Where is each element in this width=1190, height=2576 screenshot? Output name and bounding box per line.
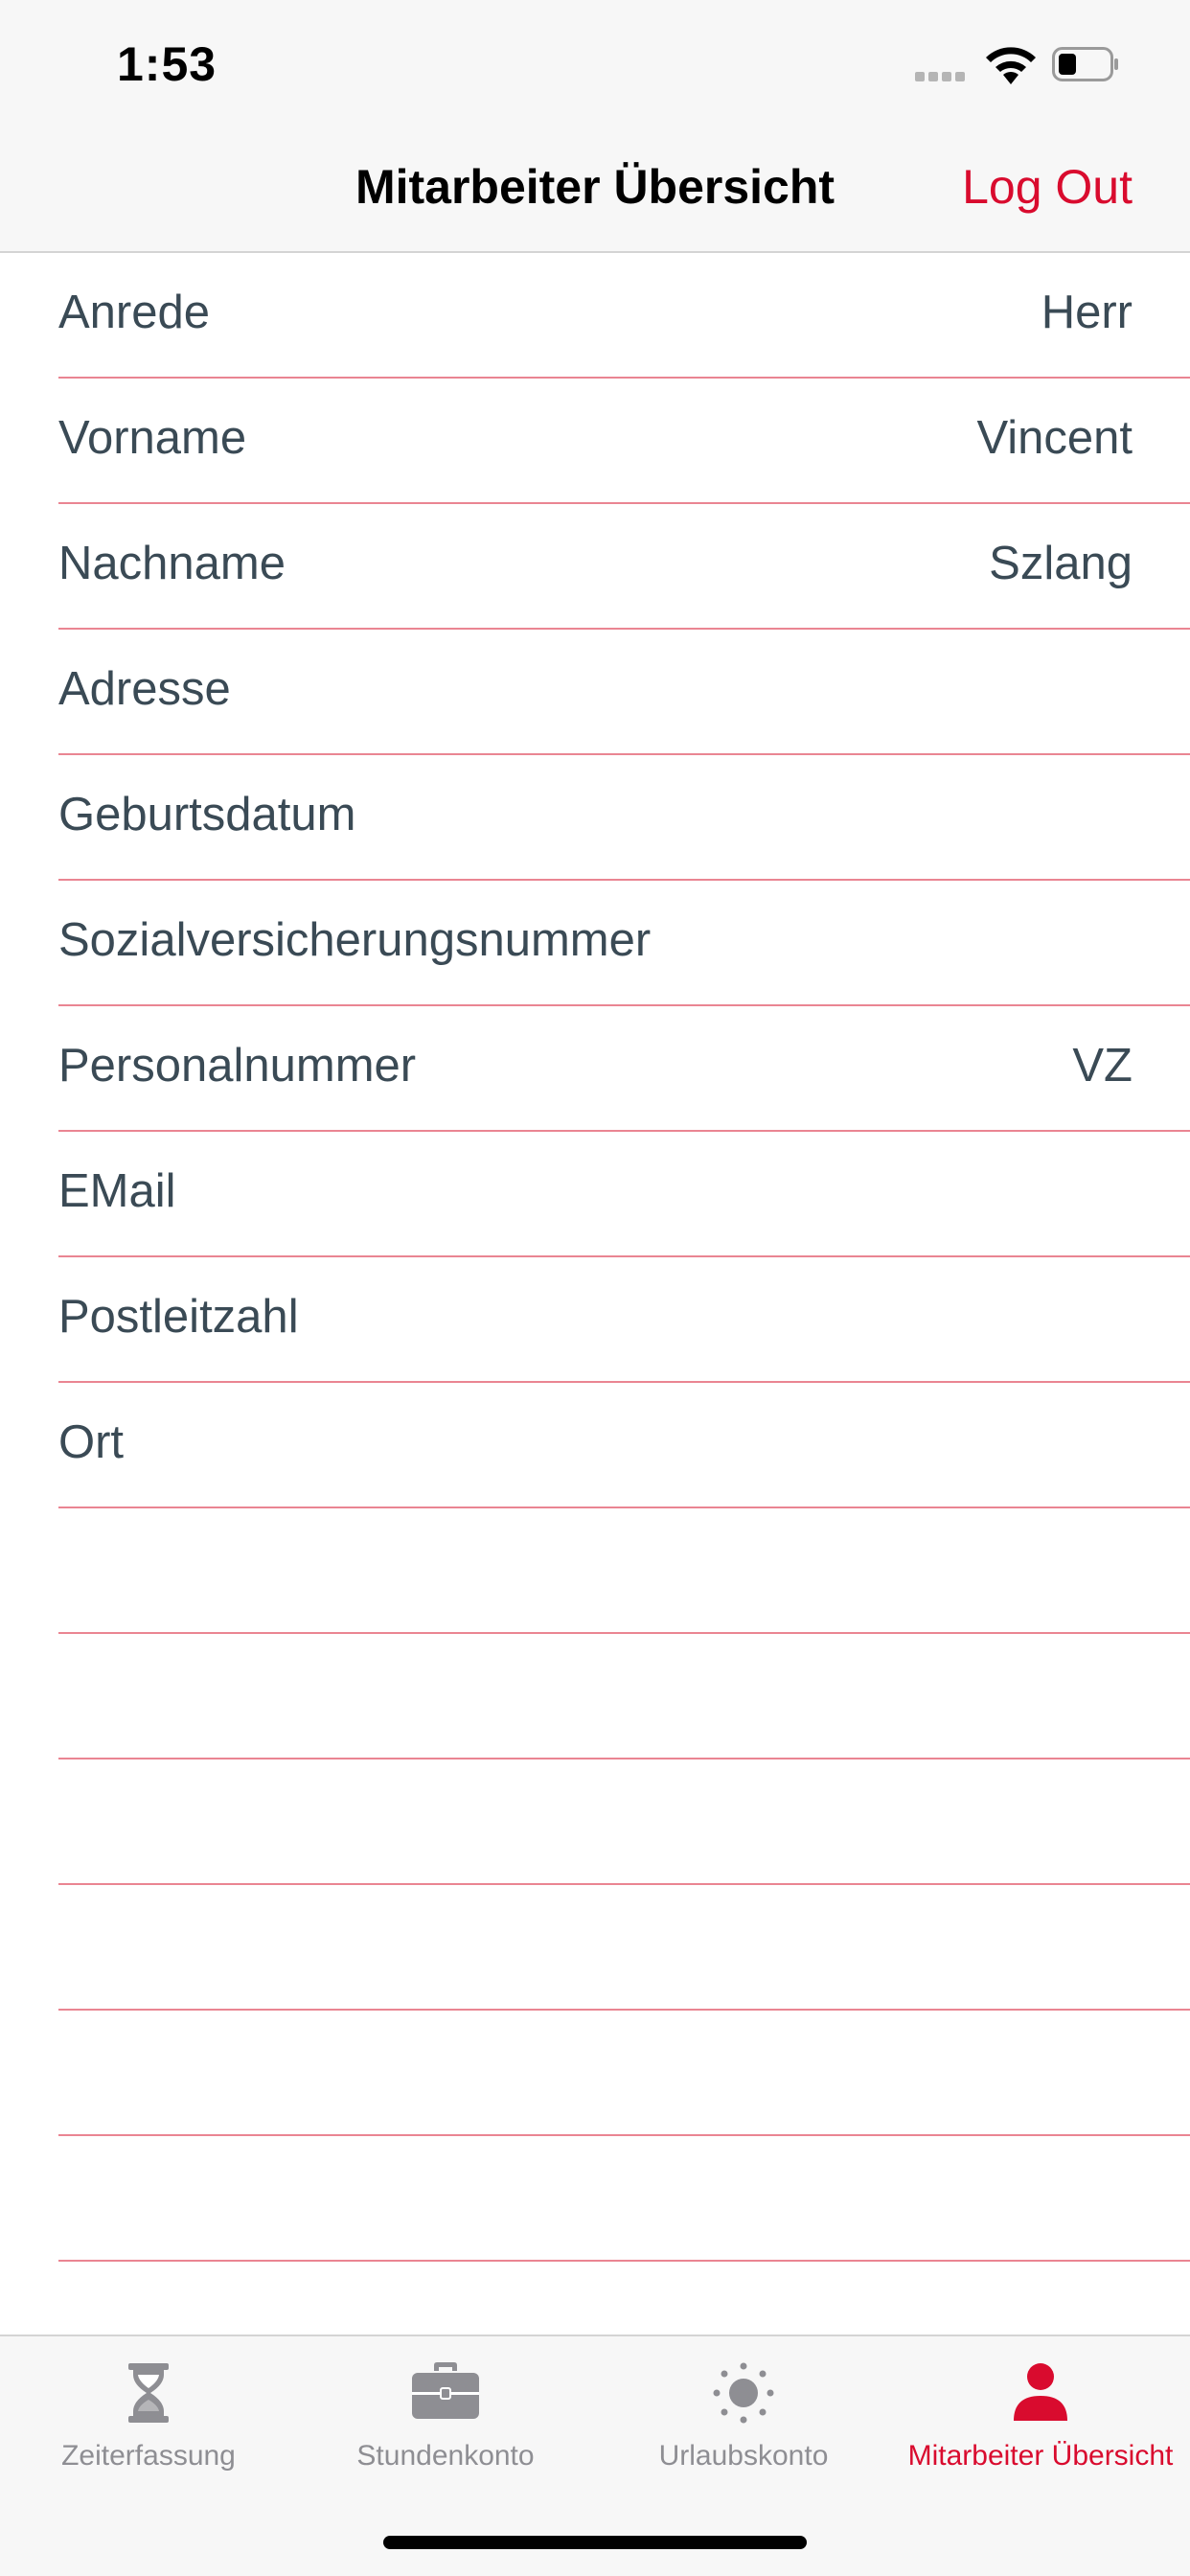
list-row-geburtsdatum: Geburtsdatum bbox=[58, 755, 1190, 881]
row-value: Vincent bbox=[976, 412, 1133, 464]
list-row-personalnummer: Personalnummer VZ bbox=[58, 1006, 1190, 1132]
tab-label: Urlaubskonto bbox=[658, 2440, 829, 2472]
empty-row bbox=[58, 1885, 1190, 2011]
row-label: Anrede bbox=[58, 287, 211, 338]
logout-button[interactable]: Log Out bbox=[962, 159, 1133, 215]
row-value: Herr bbox=[1041, 287, 1133, 338]
list-row-sozialversicherungsnummer: Sozialversicherungsnummer bbox=[58, 881, 1190, 1006]
tab-mitarbeiter-uebersicht[interactable]: Mitarbeiter Übersicht bbox=[892, 2336, 1189, 2528]
cellular-signal-icon bbox=[915, 69, 973, 81]
employee-details-list: Anrede Herr Vorname Vincent Nachname Szl… bbox=[0, 253, 1190, 2262]
row-value: Szlang bbox=[989, 538, 1133, 589]
empty-row bbox=[58, 1760, 1190, 1885]
row-label: Personalnummer bbox=[58, 1040, 417, 1092]
list-row-anrede: Anrede Herr bbox=[58, 253, 1190, 379]
row-label: Geburtsdatum bbox=[58, 789, 356, 840]
tab-label: Zeiterfassung bbox=[61, 2440, 236, 2472]
tab-label: Mitarbeiter Übersicht bbox=[907, 2440, 1174, 2472]
empty-row bbox=[58, 2136, 1190, 2262]
empty-row bbox=[58, 1508, 1190, 1634]
list-row-postleitzahl: Postleitzahl bbox=[58, 1257, 1190, 1383]
wifi-icon bbox=[986, 47, 1036, 84]
row-label: Sozialversicherungsnummer bbox=[58, 914, 652, 966]
row-value: VZ bbox=[1072, 1040, 1133, 1092]
list-row-vorname: Vorname Vincent bbox=[58, 379, 1190, 504]
tab-stundenkonto[interactable]: Stundenkonto bbox=[297, 2336, 594, 2528]
row-label: Adresse bbox=[58, 663, 231, 715]
row-label: Ort bbox=[58, 1416, 125, 1468]
briefcase-icon bbox=[412, 2362, 479, 2419]
status-bar: 1:53 bbox=[0, 0, 1190, 128]
list-row-ort: Ort bbox=[58, 1383, 1190, 1508]
empty-row bbox=[58, 2011, 1190, 2136]
person-icon bbox=[1014, 2363, 1067, 2421]
tab-zeiterfassung[interactable]: Zeiterfassung bbox=[0, 2336, 297, 2528]
row-label: Postleitzahl bbox=[58, 1291, 299, 1343]
list-row-adresse: Adresse bbox=[58, 630, 1190, 755]
list-row-email: EMail bbox=[58, 1132, 1190, 1257]
hourglass-icon bbox=[128, 2363, 169, 2423]
status-time: 1:53 bbox=[117, 37, 217, 91]
empty-row bbox=[58, 1634, 1190, 1760]
row-label: Nachname bbox=[58, 538, 286, 589]
tab-urlaubskonto[interactable]: Urlaubskonto bbox=[595, 2336, 892, 2528]
row-label: Vorname bbox=[58, 412, 247, 464]
home-indicator bbox=[383, 2536, 807, 2549]
sun-icon bbox=[713, 2362, 774, 2424]
battery-icon bbox=[1052, 47, 1118, 81]
row-label: EMail bbox=[58, 1165, 176, 1217]
navigation-bar: Mitarbeiter Übersicht Log Out bbox=[0, 128, 1190, 253]
tab-label: Stundenkonto bbox=[356, 2440, 535, 2472]
list-row-nachname: Nachname Szlang bbox=[58, 504, 1190, 630]
